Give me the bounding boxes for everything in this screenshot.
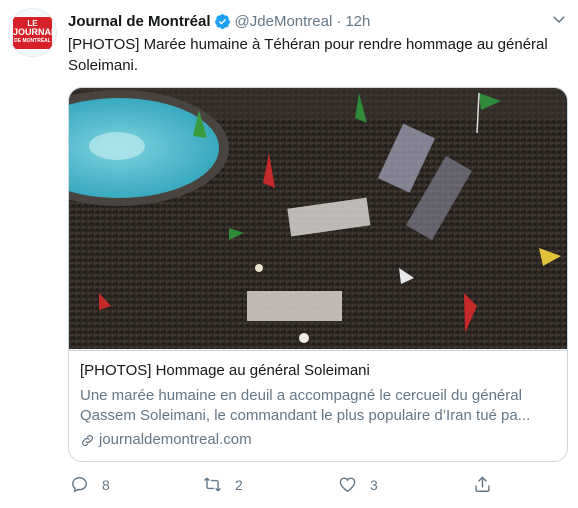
card-title[interactable]: [PHOTOS] Hommage au général Soleimani — [80, 361, 556, 381]
tweet-timestamp[interactable]: 12h — [345, 13, 370, 30]
share-button[interactable] — [473, 475, 492, 494]
tweet-actions: 8 2 3 — [68, 475, 548, 497]
tweet-header: Journal de Montréal @JdeMontreal · 12h — [68, 10, 370, 32]
retweet-button[interactable]: 2 — [203, 475, 243, 494]
reply-count: 8 — [102, 476, 110, 493]
retweet-icon — [204, 477, 221, 492]
link-icon — [82, 434, 93, 446]
tweet-text: [PHOTOS] Marée humaine à Téhéran pour re… — [68, 36, 548, 74]
retweet-count: 2 — [235, 476, 243, 493]
author-handle[interactable]: @JdeMontreal — [235, 13, 333, 30]
verified-badge-icon — [214, 13, 230, 29]
card-body[interactable]: [PHOTOS] Hommage au général Soleimani Un… — [69, 350, 567, 461]
like-count: 3 — [370, 476, 378, 493]
card-description: Une marée humaine en deuil a accompagné … — [80, 387, 531, 424]
reply-button[interactable]: 8 — [70, 475, 110, 494]
like-button[interactable]: 3 — [338, 475, 378, 494]
card-domain[interactable]: journaldemontreal.com — [80, 430, 556, 450]
author-name[interactable]: Journal de Montréal — [68, 13, 211, 30]
journal-logo: LE JOURNAL DE MONTRÉAL — [13, 17, 57, 49]
avatar[interactable]: LE JOURNAL DE MONTRÉAL — [8, 8, 57, 57]
separator-dot: · — [336, 12, 342, 30]
heart-icon — [339, 477, 356, 493]
logo-text-line2: JOURNAL — [13, 27, 57, 37]
reply-icon — [72, 477, 87, 493]
tweet[interactable]: LE JOURNAL DE MONTRÉAL Journal de Montré… — [0, 0, 578, 508]
link-card[interactable]: [PHOTOS] Hommage au général Soleimani Un… — [68, 87, 568, 462]
chevron-down-icon[interactable] — [550, 10, 568, 28]
crowd-photo[interactable] — [69, 88, 567, 349]
card-domain-text: journaldemontreal.com — [99, 431, 252, 448]
share-icon — [475, 476, 490, 492]
logo-text-line3: DE MONTRÉAL — [14, 38, 51, 44]
